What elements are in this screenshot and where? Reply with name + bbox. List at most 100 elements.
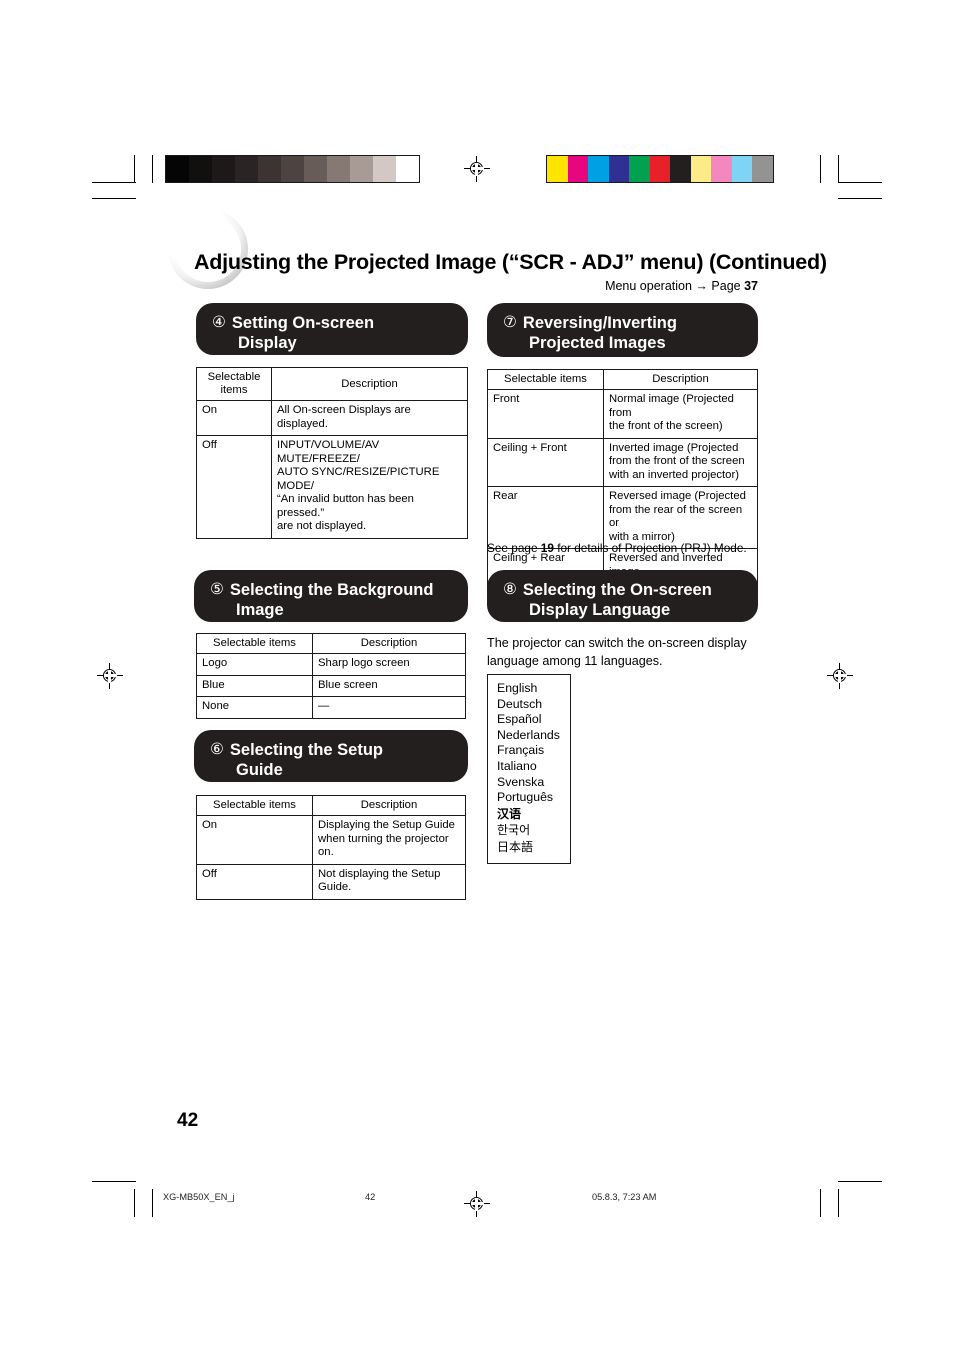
table-row: Blue Blue screen	[196, 674, 466, 697]
color-swatch-4	[629, 156, 650, 182]
document-page: Adjusting the Projected Image (“SCR - AD…	[0, 0, 954, 1351]
table-row: Logo Sharp logo screen	[196, 653, 466, 676]
col-header-selectable-items: Selectable items	[196, 795, 313, 816]
note-prefix: See page	[487, 541, 541, 555]
language-item: 한국어	[497, 823, 531, 838]
table-row: On Displaying the Setup Guide when turnin…	[196, 815, 466, 865]
cell-description: INPUT/VOLUME/AV MUTE/FREEZE/AUTO SYNC/RE…	[271, 435, 468, 539]
grayscale-swatch-4	[258, 156, 281, 182]
section-title-4-line2: Display	[238, 334, 297, 352]
cell-item: Front	[487, 389, 604, 439]
section-title-7-line2: Projected Images	[529, 334, 666, 352]
table-row: Ceiling + Front Inverted image (Projecte…	[487, 437, 758, 487]
section-header-5: ⑤ Selecting the Background Image	[194, 570, 468, 622]
crop-mark-tr-v	[838, 155, 840, 183]
table-projection-mode: Selectable items Description Front Norma…	[487, 369, 758, 598]
section-header-6: ⑥ Selecting the Setup Guide	[194, 730, 468, 782]
grayscale-swatch-9	[373, 156, 396, 182]
menu-operation-label: Menu operation	[605, 279, 692, 293]
crop-mark-bl-bleed	[152, 1189, 154, 1217]
crop-mark-bl-h	[92, 1181, 136, 1183]
color-swatch-8	[711, 156, 732, 182]
cell-item: On	[196, 815, 313, 865]
grayscale-swatch-6	[304, 156, 327, 182]
cell-item: Logo	[196, 653, 313, 676]
registration-mark-left	[97, 663, 123, 689]
cell-description: Not displaying the Setup Guide.	[312, 863, 466, 900]
cell-item: Blue	[196, 674, 313, 697]
table-header-row: Selectable items Description	[196, 367, 468, 401]
col-header-selectable-items: Selectable items	[487, 369, 604, 390]
display-language-paragraph: The projector can switch the on-screen d…	[487, 636, 747, 668]
table-background-image: Selectable items Description Logo Sharp …	[196, 633, 466, 719]
registration-mark-top	[464, 156, 490, 182]
section-header-7: ⑦ Reversing/Inverting Projected Images	[487, 303, 758, 357]
language-item: Português	[497, 790, 554, 805]
menu-operation-reference: Menu operation → Page 37	[0, 279, 758, 293]
col-header-description: Description	[312, 633, 466, 654]
crop-mark-br-v	[838, 1189, 840, 1217]
table-row: None —	[196, 696, 466, 719]
table-header-row: Selectable items Description	[487, 369, 758, 390]
note-suffix: for details of Projection (PRJ) Mode.	[553, 541, 747, 555]
crop-mark-bl-v	[134, 1189, 136, 1217]
cell-description: Displaying the Setup Guide when turning t…	[312, 815, 466, 865]
section-title-5-line1: Selecting the Background	[229, 581, 434, 599]
col-header-description: Description	[312, 795, 466, 816]
crop-mark-tl-h	[92, 182, 136, 184]
section-title-8-line1: Selecting the On-screen	[522, 581, 712, 599]
section-number-7: ⑦	[503, 314, 517, 331]
color-swatch-2	[588, 156, 609, 182]
cell-description: —	[312, 696, 466, 719]
registration-mark-bottom	[464, 1191, 490, 1217]
color-swatch-6	[670, 156, 691, 182]
color-swatch-7	[690, 156, 711, 182]
grayscale-print-bar	[165, 155, 420, 183]
color-swatch-0	[547, 156, 568, 182]
section-header-8: ⑧ Selecting the On-screen Display Languag…	[487, 570, 758, 622]
cell-description: Inverted image (Projected from the front …	[603, 437, 758, 487]
color-swatch-1	[567, 156, 588, 182]
col-header-line2: items	[220, 384, 248, 396]
grayscale-swatch-10	[396, 156, 419, 182]
cell-description: Normal image (Projected from the front of…	[603, 389, 758, 439]
language-list-box: English Deutsch Español Nederlands Français I…	[487, 674, 571, 864]
cell-description: Sharp logo screen	[312, 653, 466, 676]
title-decoration-circle	[168, 209, 248, 289]
section-title-6-line1: Selecting the Setup	[229, 741, 384, 759]
note-page-number: 19	[540, 541, 554, 555]
col-header-selectable-items: Selectable items	[196, 633, 313, 654]
cell-item: None	[196, 696, 313, 719]
section-number-6: ⑥	[210, 741, 224, 758]
language-item: Italiano	[497, 758, 537, 773]
cell-item: Off	[196, 863, 313, 900]
section-number-5: ⑤	[210, 581, 224, 598]
color-swatch-9	[731, 156, 752, 182]
table-row: Front Normal image (Projected from the fr…	[487, 389, 758, 439]
section-number-4: ④	[212, 314, 226, 331]
color-print-bar	[546, 155, 774, 183]
table-row: Off INPUT/VOLUME/AV MUTE/FREEZE/AUTO SYN…	[196, 435, 468, 539]
table-row: Off Not displaying the Setup Guide.	[196, 863, 466, 900]
section-title-4-line1: Setting On-screen	[231, 314, 375, 332]
footer-timestamp: 05.8.3, 7:23 AM	[592, 1192, 657, 1202]
section-title-8-line2: Display Language	[529, 601, 671, 619]
crop-mark-tr-bleed	[820, 155, 822, 183]
col-header-selectable-items: Selectable items	[196, 367, 272, 401]
col-header-line1: Selectable	[207, 371, 261, 383]
color-swatch-3	[608, 156, 629, 182]
grayscale-swatch-7	[327, 156, 350, 182]
crop-mark-tl-h2	[92, 198, 136, 200]
col-header-description: Description	[271, 367, 468, 401]
grayscale-swatch-0	[166, 156, 189, 182]
arrow-right-icon: →	[695, 279, 708, 293]
language-item: 日本語	[497, 839, 534, 854]
cell-description: Blue screen	[312, 674, 466, 697]
table-on-screen-display: Selectable items Description On All On-s…	[196, 367, 468, 539]
cell-item: Ceiling + Front	[487, 437, 604, 487]
grayscale-swatch-2	[212, 156, 235, 182]
table-setup-guide: Selectable items Description On Displayi…	[196, 795, 466, 900]
section-title-5-line2: Image	[236, 601, 284, 619]
crop-mark-br-bleed	[820, 1189, 822, 1217]
section-number-8: ⑧	[503, 581, 517, 598]
